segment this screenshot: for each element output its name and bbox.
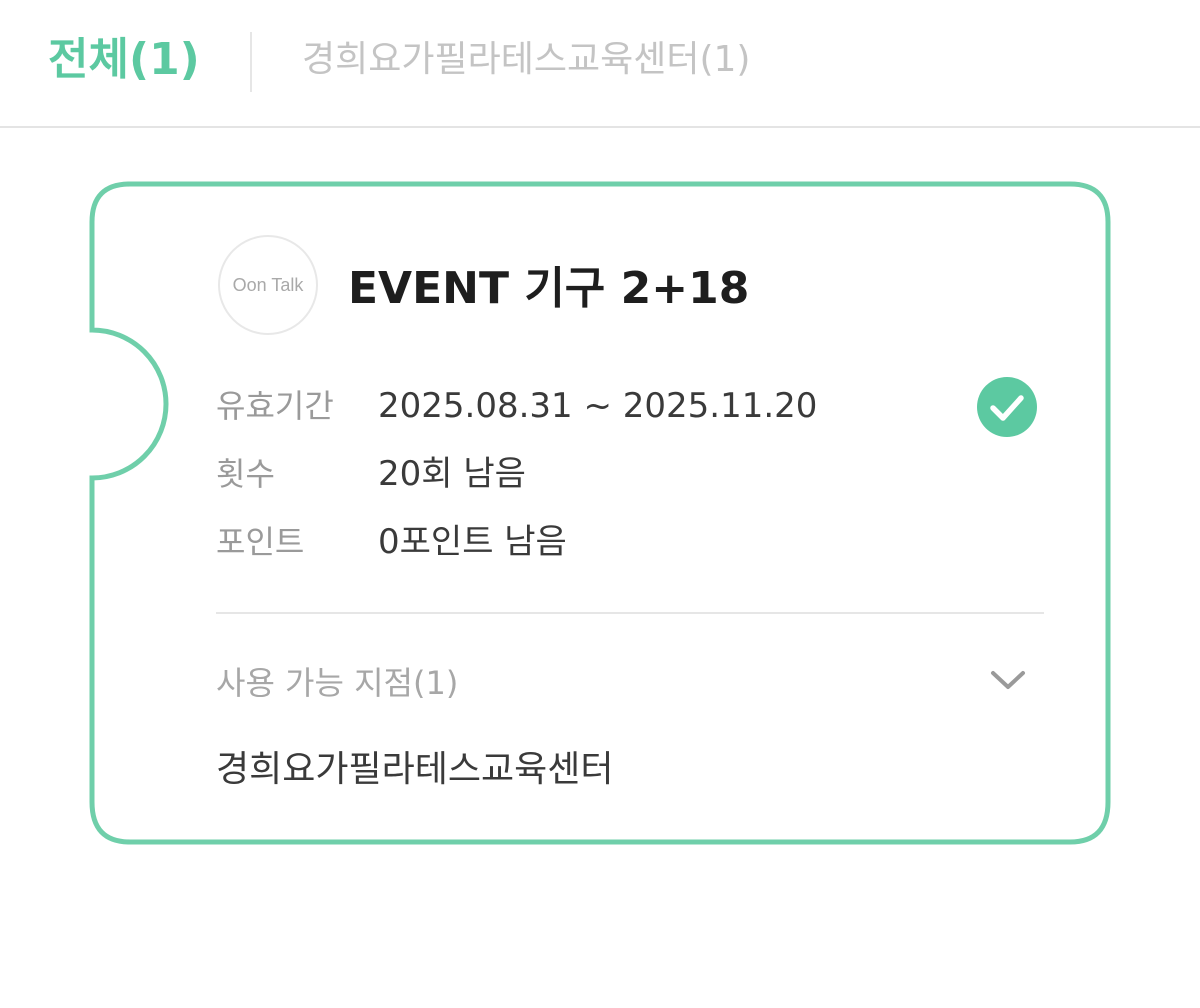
tab-divider (250, 32, 252, 92)
pass-ticket-card[interactable]: Oon Talk EVENT 기구 2+18 유효기간 2025.08.31 ~ … (88, 180, 1112, 846)
points-label: 포인트 (216, 523, 305, 561)
count-value: 20회 남음 (378, 454, 526, 494)
points-value: 0포인트 남음 (378, 522, 567, 562)
validity-value: 2025.08.31 ~ 2025.11.20 (378, 386, 818, 426)
tab-all[interactable]: 전체(1) (48, 28, 200, 92)
tab-bar: 전체(1) 경희요가필라테스교육센터(1) (0, 0, 1200, 128)
check-circle-icon[interactable] (976, 376, 1038, 438)
branch-name: 경희요가필라테스교육센터 (216, 749, 614, 790)
info-row-count: 횟수 20회 남음 (216, 448, 526, 500)
pass-title: EVENT 기구 2+18 (348, 263, 750, 314)
validity-label: 유효기간 (216, 387, 334, 425)
tab-center[interactable]: 경희요가필라테스교육센터(1) (302, 28, 750, 92)
center-logo: Oon Talk (218, 235, 318, 335)
chevron-down-icon[interactable] (988, 666, 1028, 694)
info-row-points: 포인트 0포인트 남음 (216, 516, 567, 568)
available-branches-label: 사용 가능 지점(1) (216, 664, 459, 702)
section-divider (216, 612, 1044, 614)
count-label: 횟수 (216, 455, 275, 493)
info-row-validity: 유효기간 2025.08.31 ~ 2025.11.20 (216, 380, 817, 432)
